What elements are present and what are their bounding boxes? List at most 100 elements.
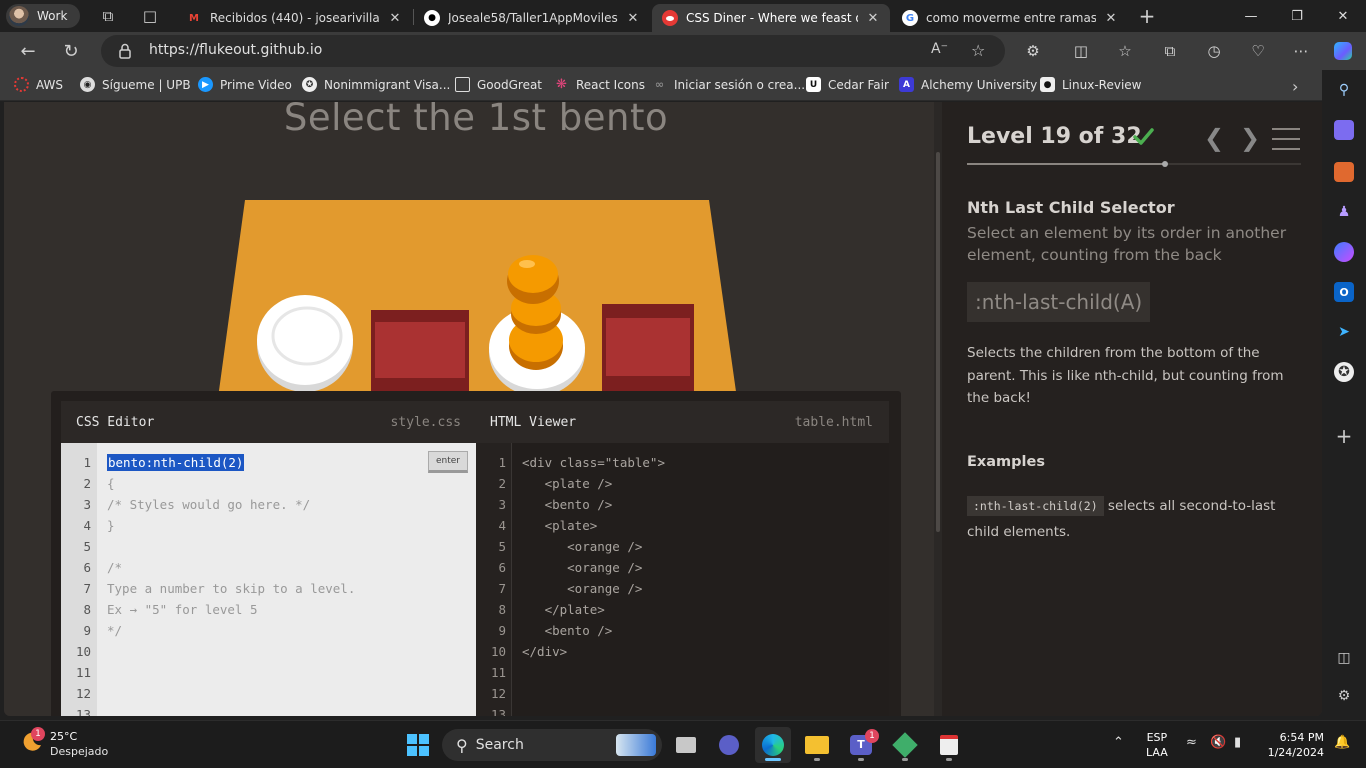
workspaces-icon[interactable]: ⧉: [98, 6, 118, 26]
tab-css-diner[interactable]: CSS Diner - Where we feast on C ✕: [652, 4, 890, 32]
more-menu-icon[interactable]: ⋯: [1288, 39, 1314, 63]
active-indicator: [765, 758, 781, 761]
seal-icon[interactable]: ✪: [1334, 362, 1354, 382]
battery-icon[interactable]: ▮: [1234, 735, 1241, 750]
line-number: 3: [498, 497, 506, 512]
tools-icon[interactable]: [1334, 162, 1354, 182]
m365-icon[interactable]: [1334, 242, 1354, 262]
css-editor-title: CSS Editor: [76, 414, 155, 430]
line-number: 6: [498, 560, 506, 575]
close-window-icon[interactable]: ✕: [1320, 0, 1366, 32]
line-number: 10: [75, 644, 91, 659]
games-icon[interactable]: ♟: [1334, 202, 1354, 222]
clock[interactable]: 6:54 PM 1/24/2024: [1262, 730, 1324, 760]
teams-button[interactable]: T 1: [843, 727, 879, 763]
close-tab-icon[interactable]: ✕: [1104, 11, 1118, 26]
bookmarks-more-icon[interactable]: ›: [1292, 77, 1298, 96]
link-icon: ∞: [654, 78, 665, 91]
read-aloud-icon[interactable]: A⁻: [931, 41, 948, 57]
bookmark-alchemy-university[interactable]: A Alchemy University: [899, 77, 1037, 92]
previous-level-icon[interactable]: ❮: [1204, 124, 1224, 152]
notifications-bell-icon[interactable]: 🔔: [1334, 735, 1350, 750]
css-editor-pane[interactable]: 1 2 3 4 5 6 7 8 9 10 11 12 13 bento:nth-child(2) ent…: [61, 443, 476, 716]
edge-taskbar-button[interactable]: [755, 727, 791, 763]
taskbar-search[interactable]: ⚲ Search: [442, 729, 662, 761]
next-level-icon[interactable]: ❯: [1240, 124, 1260, 152]
upb-icon: ◉: [80, 77, 95, 92]
profile-button[interactable]: Work: [6, 4, 80, 28]
file-explorer-button[interactable]: [799, 727, 835, 763]
profile-label: Work: [37, 9, 68, 23]
sidebar-toggle-icon[interactable]: ◫: [1334, 648, 1354, 668]
code-line: <div class="table">: [522, 455, 665, 470]
close-tab-icon[interactable]: ✕: [866, 11, 880, 26]
html-viewer-header: HTML Viewer table.html: [490, 401, 889, 443]
show-hidden-icons[interactable]: ⌃: [1113, 735, 1124, 750]
scrollbar-thumb[interactable]: [936, 152, 940, 532]
meet-button[interactable]: [711, 727, 747, 763]
back-icon[interactable]: ←: [14, 39, 42, 63]
tab-google[interactable]: G como moverme entre ramas en g ✕: [892, 4, 1128, 32]
favorite-star-icon[interactable]: ☆: [971, 41, 985, 60]
bookmark-cedar-fair[interactable]: U Cedar Fair: [806, 77, 889, 92]
close-tab-icon[interactable]: ✕: [388, 11, 402, 26]
bookmark-linux-review[interactable]: ● Linux-Review: [1040, 77, 1141, 92]
css-selector-input[interactable]: bento:nth-child(2): [107, 454, 245, 471]
git-icon: [892, 732, 918, 758]
html-viewer-pane: 1 2 3 4 5 6 7 8 9 10 11 12 13 <div class="table"> <p…: [476, 443, 889, 716]
windows-icon: [407, 734, 429, 756]
enter-button[interactable]: enter: [428, 451, 468, 473]
outlook-icon[interactable]: O: [1334, 282, 1354, 302]
add-icon[interactable]: +: [1334, 424, 1354, 448]
close-tab-icon[interactable]: ✕: [626, 11, 640, 26]
line-number: 3: [83, 497, 91, 512]
tab-gmail[interactable]: M Recibidos (440) - josearivillas64@ ✕: [176, 4, 412, 32]
app-button[interactable]: [931, 727, 967, 763]
address-bar[interactable]: https://flukeout.github.io A⁻ ☆: [101, 35, 1005, 67]
split-screen-icon[interactable]: ◫: [1068, 39, 1094, 63]
performance-icon[interactable]: ♡: [1245, 39, 1271, 63]
bookmark-sigueme-upb[interactable]: ◉ Sígueme | UPB: [80, 77, 191, 92]
alchemy-icon: A: [899, 77, 914, 92]
git-tool-button[interactable]: [887, 727, 923, 763]
line-number: 13: [490, 707, 506, 716]
shopping-icon[interactable]: [1334, 120, 1354, 140]
linux-icon: ●: [1040, 77, 1055, 92]
editor: CSS Editor style.css HTML Viewer table.h…: [61, 401, 889, 716]
search-icon[interactable]: ⚲: [1334, 80, 1354, 100]
telegram-icon[interactable]: ➤: [1334, 322, 1354, 342]
scrollbar[interactable]: [934, 102, 942, 716]
tab-actions-icon[interactable]: □: [140, 6, 160, 26]
line-number: 1: [83, 455, 91, 470]
tab-github[interactable]: ● Joseale58/Taller1AppMoviles ✕: [414, 4, 650, 32]
bookmark-react-icons[interactable]: ❋ React Icons: [554, 77, 645, 92]
bookmark-iniciar-sesion[interactable]: ∞ Iniciar sesión o crea...: [652, 77, 805, 92]
extensions-icon[interactable]: ⚙: [1020, 39, 1046, 63]
running-indicator: [902, 758, 908, 761]
refresh-icon[interactable]: ↻: [57, 39, 85, 63]
settings-gear-icon[interactable]: ⚙: [1334, 686, 1354, 706]
wifi-icon[interactable]: ≈: [1186, 735, 1197, 750]
task-view-icon: [676, 737, 696, 753]
collections-icon[interactable]: ⧉: [1157, 39, 1183, 63]
language-indicator[interactable]: ESP LAA: [1146, 730, 1168, 760]
tab-strip: Work ⧉ □ M Recibidos (440) - josearivill…: [0, 0, 1366, 32]
copilot-icon[interactable]: [1330, 39, 1356, 63]
restore-icon[interactable]: ❐: [1274, 0, 1320, 32]
level-menu-icon[interactable]: [1272, 128, 1300, 150]
volume-muted-icon[interactable]: 🔇: [1210, 735, 1226, 750]
bookmark-nonimmigrant-visa[interactable]: ✪ Nonimmigrant Visa...: [302, 77, 450, 92]
time: 6:54 PM: [1279, 731, 1324, 744]
new-tab-icon[interactable]: +: [1137, 4, 1157, 28]
favorites-icon[interactable]: ☆: [1112, 39, 1138, 63]
start-button[interactable]: [400, 727, 436, 763]
bookmark-prime-video[interactable]: ▶ Prime Video: [198, 77, 292, 92]
bookmark-goodgreat[interactable]: GoodGreat: [455, 77, 542, 92]
url-text: https://flukeout.github.io: [149, 42, 323, 58]
history-icon[interactable]: ◷: [1201, 39, 1227, 63]
order-title: Select the 1st bento: [283, 102, 669, 139]
minimize-icon[interactable]: —: [1228, 0, 1274, 32]
task-view-button[interactable]: [668, 727, 704, 763]
search-icon: ⚲: [456, 735, 468, 755]
bookmark-aws[interactable]: AWS: [14, 77, 63, 92]
